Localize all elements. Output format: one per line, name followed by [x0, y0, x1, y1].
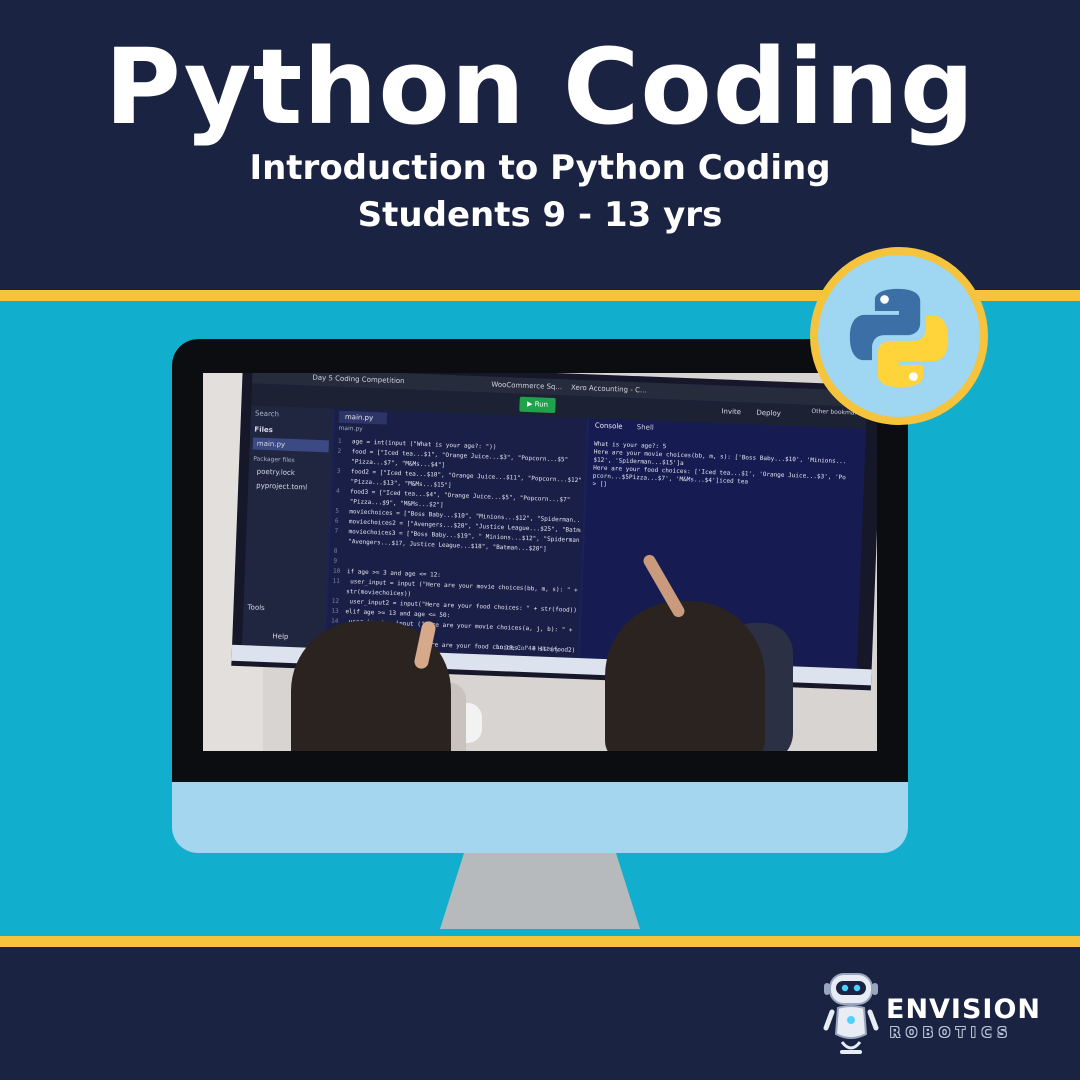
console-output: What is your age?: 5 Here are your movie … — [592, 441, 862, 499]
run-button[interactable]: ▶ Run — [519, 396, 556, 414]
monitor-stand — [440, 853, 640, 929]
line-number — [334, 543, 348, 544]
subtitle-course: Introduction to Python Coding — [249, 148, 831, 188]
editor-tab-main-py[interactable]: main.py — [338, 410, 388, 425]
editor-breadcrumb: main.py — [338, 424, 363, 433]
brand-name: ENVISION — [886, 994, 1042, 1025]
code-text: str(moviechoices)) — [346, 588, 412, 598]
sidebar-item-pyproject[interactable]: pyproject.toml — [256, 482, 307, 492]
line-number — [336, 503, 350, 504]
deploy-button[interactable]: Deploy — [756, 409, 781, 418]
tab-console[interactable]: Console — [595, 422, 623, 431]
line-number — [332, 593, 346, 594]
line-number: 12 — [331, 597, 340, 605]
subtitle-age-range: Students 9 - 13 yrs — [357, 195, 723, 235]
line-number: 4 — [335, 487, 340, 495]
tab-shell[interactable]: Shell — [637, 423, 654, 432]
sidebar-packager-label: Packager files — [253, 455, 295, 465]
python-badge — [810, 247, 988, 425]
browser-tab-xero[interactable]: Xero Accounting - C... — [571, 384, 647, 395]
bottom-divider — [0, 936, 1080, 947]
line-number: 10 — [332, 567, 341, 575]
sidebar-search[interactable]: Search — [255, 410, 279, 419]
sidebar-help[interactable]: Help — [272, 632, 288, 641]
file-sidebar: Search Files main.py Packager files poet… — [242, 405, 334, 649]
browser-tab-project[interactable]: Day 5 Coding Competition — [312, 374, 404, 386]
sidebar-item-poetry-lock[interactable]: poetry.lock — [257, 468, 295, 477]
sidebar-item-main-py[interactable]: main.py — [252, 437, 330, 453]
line-number: 8 — [333, 547, 338, 555]
line-number: 11 — [332, 577, 340, 585]
monitor-bezel: Day 5 Coding Competition WooCommerce Sq.… — [172, 339, 908, 782]
robot-icon — [823, 973, 879, 1054]
classroom-photo: Day 5 Coding Competition WooCommerce Sq.… — [203, 373, 877, 751]
envision-robotics-logo: ENVISION ROBOTICS — [820, 968, 1050, 1063]
sidebar-tools[interactable]: Tools — [247, 603, 265, 612]
monitor-illustration: Day 5 Coding Competition WooCommerce Sq.… — [172, 339, 908, 853]
student-right — [605, 601, 765, 751]
page-title: Python Coding — [104, 26, 976, 148]
brand-subname: ROBOTICS — [890, 1026, 1013, 1041]
line-number: 1 — [337, 437, 342, 445]
line-number: 13 — [331, 607, 339, 615]
line-number: 5 — [335, 507, 340, 515]
line-number: 3 — [336, 467, 341, 475]
python-logo-icon — [849, 288, 949, 388]
line-number: 2 — [337, 447, 342, 455]
invite-button[interactable]: Invite — [721, 407, 741, 416]
line-number: 7 — [334, 527, 339, 535]
sidebar-files-header[interactable]: Files — [254, 425, 273, 434]
browser-tab-woocommerce[interactable]: WooCommerce Sq... — [491, 381, 562, 392]
header-banner: Python Coding Introduction to Python Cod… — [0, 0, 1080, 290]
line-number: 9 — [333, 557, 338, 565]
line-number — [336, 483, 350, 484]
line-number — [337, 463, 351, 464]
line-number: 6 — [334, 517, 339, 525]
